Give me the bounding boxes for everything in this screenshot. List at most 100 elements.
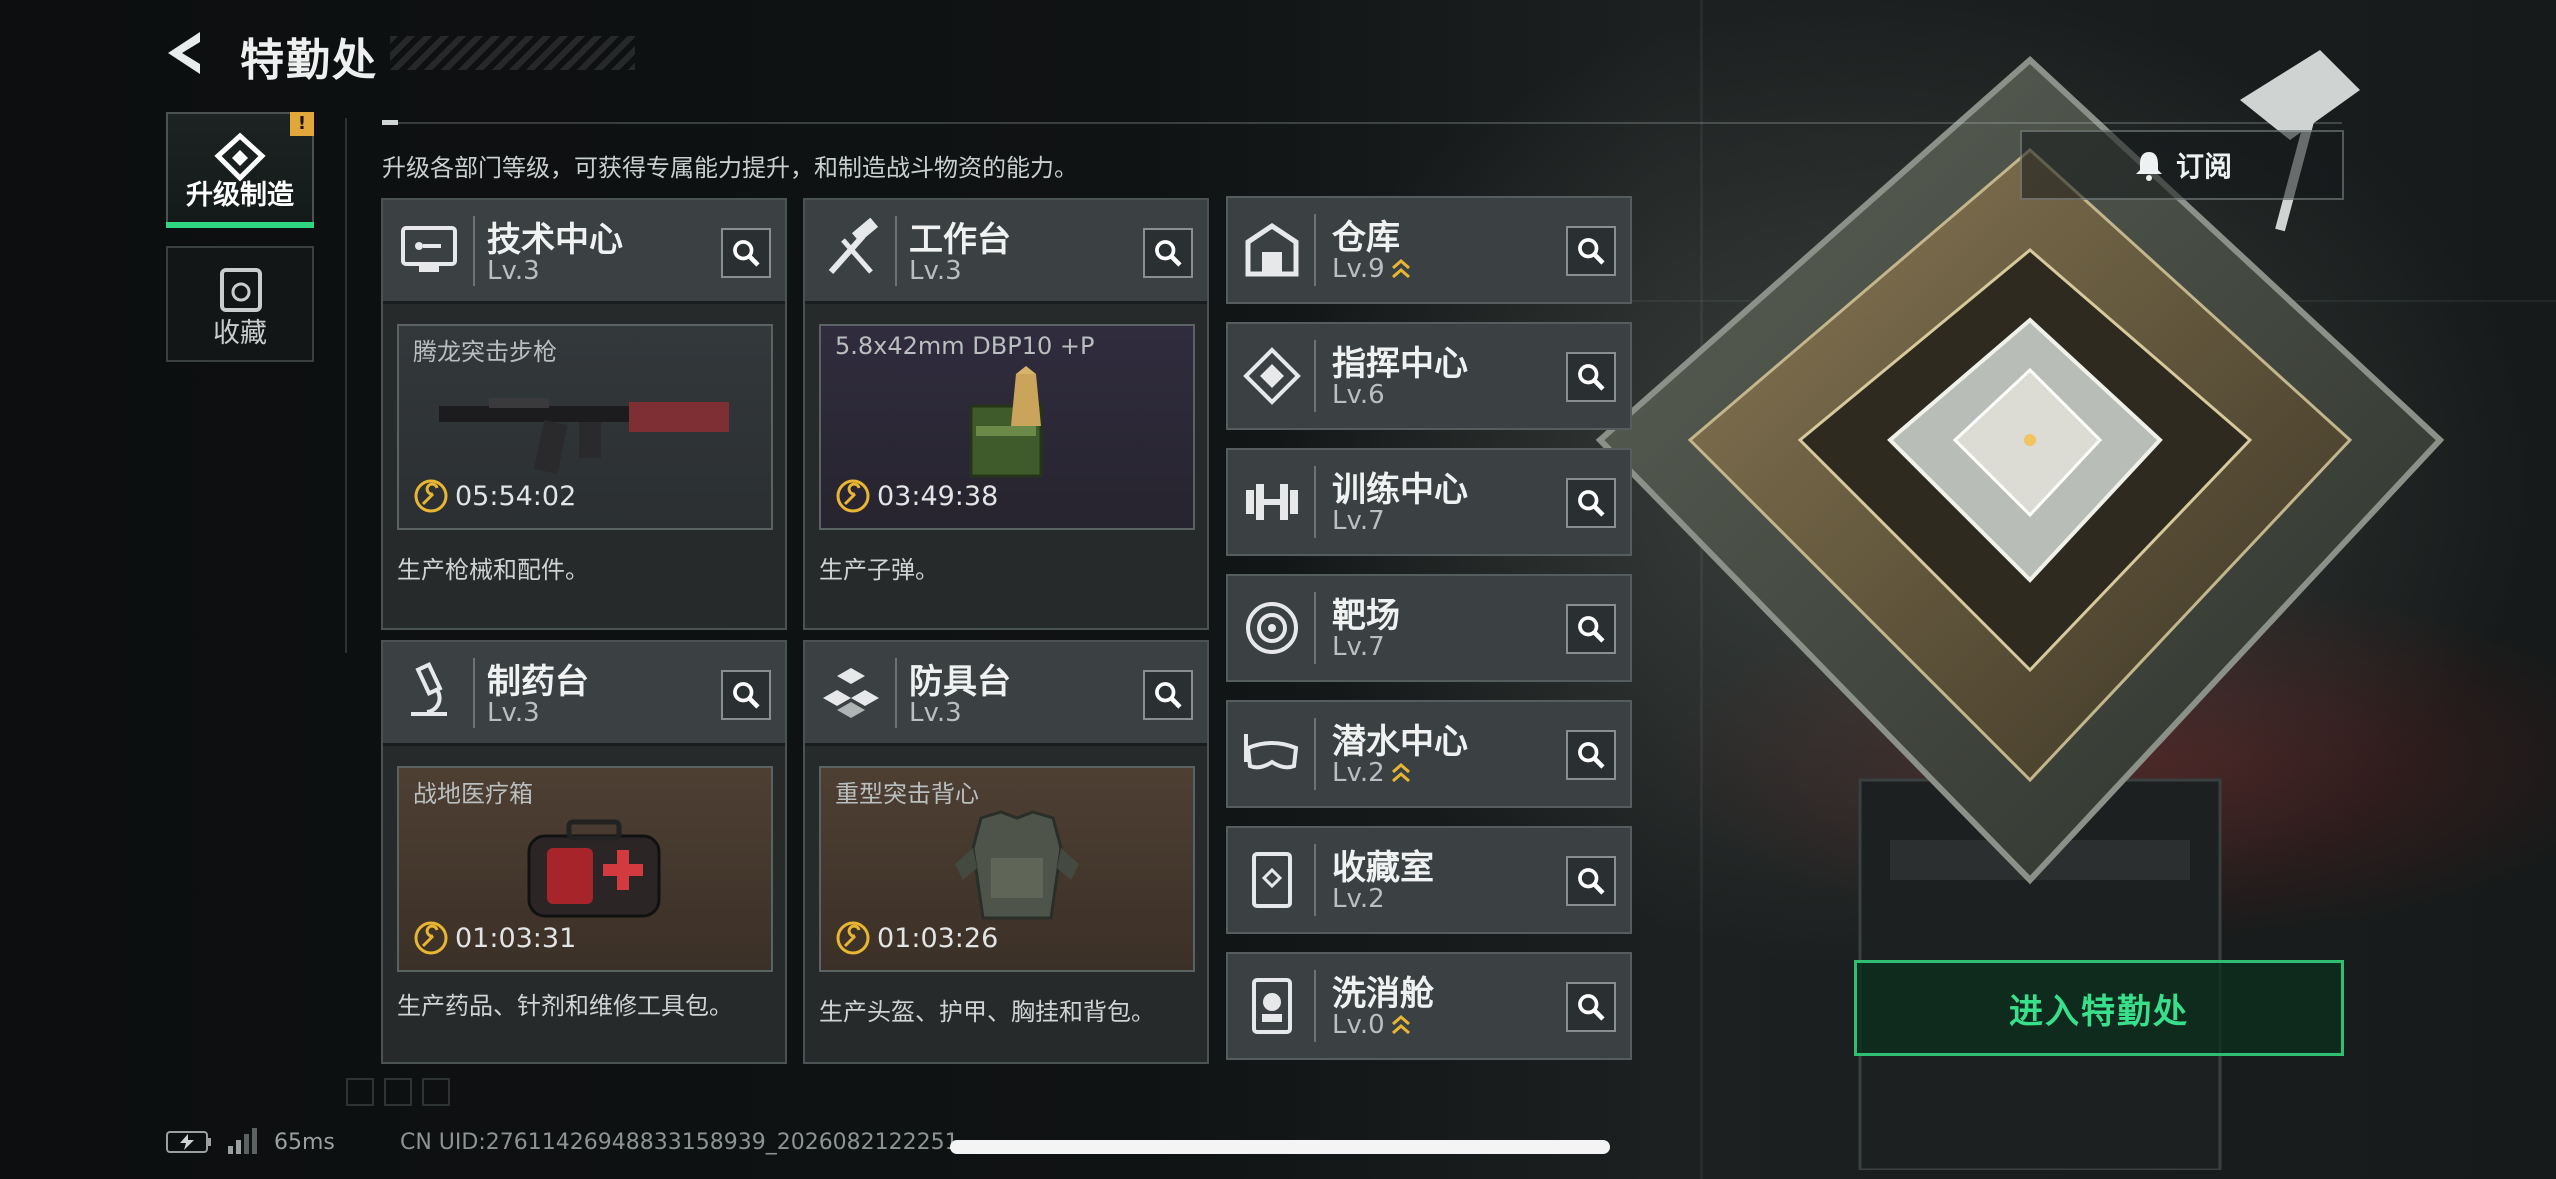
crafted-item-name: 腾龙突击步枪 — [413, 338, 557, 366]
subscribe-label: 订阅 — [2175, 150, 2232, 183]
level-text: Lv.9 — [1332, 254, 1385, 284]
facility-name: 防具台 — [909, 662, 1011, 702]
vest-icon — [955, 810, 1079, 920]
separator — [1314, 340, 1316, 412]
collection-icon — [220, 268, 262, 312]
display-case-icon — [1252, 852, 1292, 908]
tech-center-icon — [401, 226, 457, 272]
back-arrow-icon[interactable] — [160, 26, 214, 80]
level-text: Lv.7 — [1332, 632, 1385, 662]
page-title: 特勤处 — [240, 35, 378, 86]
separator — [1314, 466, 1316, 538]
facility-header[interactable]: 工作台 Lv.3 — [805, 200, 1207, 304]
subscribe-button[interactable]: 订阅 — [2020, 130, 2344, 200]
command-center-icon — [1243, 347, 1301, 405]
facility-row-shooting-range[interactable]: 靶场 Lv.7 — [1226, 574, 1632, 682]
search-icon[interactable] — [721, 670, 771, 720]
craft-timer: 01:03:31 — [413, 920, 576, 956]
separator — [895, 216, 897, 286]
microscope-icon — [411, 662, 447, 716]
crafting-slot[interactable]: 战地医疗箱 01:03:31 — [397, 766, 773, 972]
level-text: Lv.2 — [1332, 884, 1385, 914]
separator — [473, 216, 475, 286]
wrench-clock-icon — [414, 479, 448, 513]
crafted-item-name: 战地医疗箱 — [413, 780, 533, 808]
signal-icon — [228, 1128, 257, 1154]
level-text: Lv.2 — [1332, 758, 1385, 788]
separator — [1314, 214, 1316, 286]
facility-level: Lv.3 — [487, 256, 540, 286]
separator — [1314, 844, 1316, 916]
facility-row-warehouse[interactable]: 仓库 Lv.9 — [1226, 196, 1632, 304]
facility-name: 训练中心 — [1332, 470, 1468, 510]
search-icon[interactable] — [1566, 226, 1616, 276]
search-icon[interactable] — [1143, 670, 1193, 720]
search-icon[interactable] — [1143, 228, 1193, 278]
search-icon[interactable] — [721, 228, 771, 278]
home-indicator[interactable] — [950, 1140, 1610, 1154]
ping-text: 65ms — [274, 1129, 335, 1155]
dumbbell-icon — [1246, 484, 1298, 520]
facility-level: Lv.3 — [909, 256, 962, 286]
hammer-wrench-icon — [828, 218, 879, 274]
tab-upgrade-craft[interactable]: ! 升级制造 — [166, 112, 314, 228]
status-bar: 65ms — [166, 1128, 335, 1156]
wrench-clock-icon — [836, 479, 870, 513]
level-text: Lv.6 — [1332, 380, 1385, 410]
rule-marker — [382, 120, 398, 125]
facility-card-armor-bench: 防具台 Lv.3 重型突击背心 01:03:26 生产头盔、护甲、胸挂和背包。 — [803, 640, 1209, 1064]
crafting-slot[interactable]: 5.8x42mm DBP10 +P 03:49:38 — [819, 324, 1195, 530]
facility-name: 指挥中心 — [1332, 344, 1468, 384]
search-icon[interactable] — [1566, 478, 1616, 528]
rifle-icon — [439, 398, 729, 474]
facility-level: Lv.2 — [1332, 884, 1385, 914]
active-tab-indicator — [166, 222, 314, 228]
separator — [1314, 592, 1316, 664]
facility-row-training-center[interactable]: 训练中心 Lv.7 — [1226, 448, 1632, 556]
search-icon[interactable] — [1566, 982, 1616, 1032]
tab-collection[interactable]: 收藏 — [166, 246, 314, 362]
ammo-box-icon — [969, 366, 1043, 478]
search-icon[interactable] — [1566, 352, 1616, 402]
timer-text: 01:03:26 — [877, 922, 999, 954]
facility-description: 生产药品、针剂和维修工具包。 — [397, 992, 733, 1020]
bell-icon — [2135, 152, 2162, 181]
facility-name: 工作台 — [909, 220, 1011, 260]
timer-text: 05:54:02 — [455, 480, 577, 512]
upgrade-arrow-icon — [1391, 1015, 1410, 1035]
facility-name: 洗消舱 — [1332, 974, 1434, 1014]
level-text: Lv.7 — [1332, 506, 1385, 536]
level-text: Lv.0 — [1332, 1010, 1385, 1040]
facility-level: Lv.9 — [1332, 254, 1411, 284]
facility-header[interactable]: 技术中心 Lv.3 — [383, 200, 785, 304]
facility-row-command-center[interactable]: 指挥中心 Lv.6 — [1226, 322, 1632, 430]
facility-description: 生产枪械和配件。 — [397, 556, 589, 584]
footer-decoration — [346, 1078, 450, 1106]
facility-header[interactable]: 防具台 Lv.3 — [805, 642, 1207, 746]
facility-row-decontamination[interactable]: 洗消舱 Lv.0 — [1226, 952, 1632, 1060]
crafted-item-name: 重型突击背心 — [835, 780, 979, 808]
facility-name: 仓库 — [1332, 218, 1400, 258]
facility-level: Lv.3 — [909, 698, 962, 728]
uid-text: CN UID:27611426948833158939_202608212225… — [400, 1130, 959, 1155]
facility-level: Lv.7 — [1332, 506, 1385, 536]
title-decoration — [390, 36, 635, 70]
facility-row-collection-room[interactable]: 收藏室 Lv.2 — [1226, 826, 1632, 934]
facility-card-pharmacy: 制药台 Lv.3 战地医疗箱 01:03:31 生产药品、针剂和维修工具包。 — [381, 640, 787, 1064]
facility-level: Lv.3 — [487, 698, 540, 728]
facility-description: 生产子弹。 — [819, 556, 939, 584]
facility-level: Lv.2 — [1332, 758, 1411, 788]
search-icon[interactable] — [1566, 856, 1616, 906]
timer-text: 03:49:38 — [877, 480, 999, 512]
crafting-slot[interactable]: 腾龙突击步枪 05:54:02 — [397, 324, 773, 530]
facility-row-diving-center[interactable]: 潜水中心 Lv.2 — [1226, 700, 1632, 808]
search-icon[interactable] — [1566, 604, 1616, 654]
search-icon[interactable] — [1566, 730, 1616, 780]
facility-header[interactable]: 制药台 Lv.3 — [383, 642, 785, 746]
facility-level: Lv.0 — [1332, 1010, 1411, 1040]
crafting-slot[interactable]: 重型突击背心 01:03:26 — [819, 766, 1195, 972]
page-description: 升级各部门等级，可获得专属能力提升，和制造战斗物资的能力。 — [382, 154, 1078, 182]
enter-headquarters-button[interactable]: 进入特勤处 — [1854, 960, 2344, 1056]
wrench-clock-icon — [414, 921, 448, 955]
facility-name: 靶场 — [1332, 596, 1400, 636]
